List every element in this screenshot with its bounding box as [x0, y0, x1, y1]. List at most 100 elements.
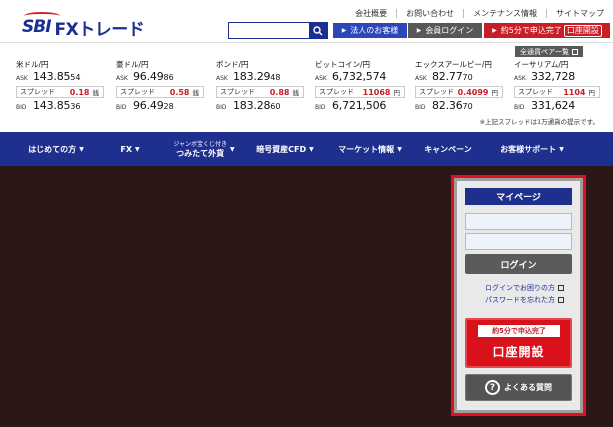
external-link-icon: [572, 48, 578, 55]
search-input[interactable]: [229, 23, 309, 38]
rate-ethjpy[interactable]: イーサリアム/円 ASK 332,728 スプレッド 1104 円 BID 331,62…: [514, 59, 600, 114]
link-maintenance[interactable]: メンテナンス情報: [463, 9, 546, 18]
pair-name: 豪ドル/円: [116, 60, 149, 69]
pair-name: 米ドル/円: [16, 60, 49, 69]
search-button[interactable]: [309, 23, 327, 38]
nav-label: はじめての方: [28, 144, 77, 154]
link-contact[interactable]: お問い合わせ: [396, 9, 463, 18]
member-login-label: 会員ログイン: [425, 26, 474, 35]
rate-audjpy[interactable]: 豪ドル/円 ASK 96.49 86 スプレッド 0.58 銭 BID 96.49 28: [116, 59, 204, 114]
nav-support[interactable]: お客様サポート ▼: [490, 132, 574, 166]
password-field[interactable]: [465, 233, 572, 250]
nav-market-info[interactable]: マーケット情報 ▼: [330, 132, 410, 166]
global-nav: はじめての方 ▼ FX ▼ ジャンボ宝くじ付き つみたて外貨 ▼ 暗号資産CFD ▼ …: [0, 132, 613, 166]
bid-pip: 28: [163, 102, 174, 111]
nav-beginners[interactable]: はじめての方 ▼: [18, 132, 94, 166]
nav-label: マーケット情報: [338, 144, 395, 154]
nav-fx[interactable]: FX ▼: [110, 132, 150, 166]
rate-usdjpy[interactable]: 米ドル/円 ASK 143.85 54 スプレッド 0.18 銭 BID 143.85 36: [16, 59, 104, 114]
login-button[interactable]: ログイン: [465, 254, 572, 274]
rate-btcjpy[interactable]: ビットコイン/円 ASK 6,732,574 スプレッド 11068 円 BID 6,7…: [315, 59, 405, 114]
rate-gbpjpy[interactable]: ポンド/円 ASK 183.29 48 スプレッド 0.88 銭 BID 183.28 60: [216, 59, 304, 114]
ask-label: ASK: [216, 75, 228, 82]
chevron-down-icon: ▼: [230, 145, 235, 153]
rate-xrpjpy[interactable]: エックスアールピー/円 ASK 82.77 70 スプレッド 0.4099 円 BID 8…: [415, 59, 503, 114]
spread-label: スプレッド: [319, 88, 354, 96]
logo-swoosh-icon: [24, 12, 60, 20]
ask-price: 143.85: [33, 70, 71, 83]
chevron-down-icon: ▼: [79, 145, 84, 153]
spread-unit: 円: [393, 89, 401, 97]
nav-label: つみたて外貨: [176, 149, 225, 158]
ask-label: ASK: [415, 75, 427, 82]
login-trouble-label: ログインでお困りの方: [485, 284, 555, 292]
forgot-password-link[interactable]: パスワードを忘れた方: [485, 295, 564, 305]
ask-label: ASK: [514, 75, 526, 82]
spread-label: スプレッド: [20, 88, 55, 96]
bid-price: 82.36: [432, 99, 463, 112]
spread-label: スプレッド: [120, 88, 155, 96]
bid-price: 6,721,506: [332, 99, 387, 112]
nav-label: FX: [120, 144, 132, 154]
open-account-button[interactable]: 約5分で申込完了 口座開設: [465, 318, 572, 368]
link-company[interactable]: 会社概要: [346, 9, 396, 18]
spread-value: 1104: [563, 87, 586, 97]
pair-name: ビットコイン/円: [315, 60, 371, 69]
nav-sub-label: ジャンボ宝くじ付き: [173, 141, 228, 148]
arrow-right-icon: ▶: [492, 27, 497, 34]
open-account-header-label: 約5分で申込完了: [500, 26, 562, 35]
mypage-box: マイページ ログイン ログインでお困りの方 パスワードを忘れた方 約5分で申込完…: [451, 175, 586, 416]
chevron-down-icon: ▼: [135, 145, 140, 153]
sbi-fx-logo[interactable]: SBI FXトレード: [22, 12, 145, 40]
link-sitemap[interactable]: サイトマップ: [546, 9, 613, 18]
nav-crypto-cfd[interactable]: 暗号資産CFD ▼: [250, 132, 320, 166]
spread-value: 0.58: [169, 87, 190, 97]
ask-pip: 48: [270, 73, 281, 82]
open-account-kouza-label: 口座開設: [563, 24, 602, 37]
pair-name: ポンド/円: [216, 60, 249, 69]
open-account-header-button[interactable]: ▶ 約5分で申込完了 口座開設: [484, 23, 610, 38]
login-trouble-link[interactable]: ログインでお困りの方: [485, 283, 564, 293]
bid-label: BID: [16, 104, 27, 111]
ask-pip: 54: [70, 73, 81, 82]
spread-label: スプレッド: [220, 88, 255, 96]
ask-price: 96.49: [133, 70, 164, 83]
spread-value: 0.88: [269, 87, 290, 97]
login-id-field[interactable]: [465, 213, 572, 230]
top-links: 会社概要 お問い合わせ メンテナンス情報 サイトマップ: [346, 9, 613, 18]
all-pairs-link[interactable]: 全通貨ペア一覧: [515, 46, 583, 57]
search-icon: [313, 25, 323, 36]
spread-unit: 銭: [292, 89, 300, 97]
spread-value: 0.18: [69, 87, 90, 97]
nav-campaign[interactable]: キャンペーン: [416, 132, 480, 166]
ask-price: 6,732,574: [332, 70, 387, 83]
nav-tsumitate[interactable]: ジャンボ宝くじ付き つみたて外貨 ▼: [162, 132, 246, 166]
external-link-icon: [558, 285, 564, 291]
mypage-panel: マイページ ログイン ログインでお困りの方 パスワードを忘れた方 約5分で申込完…: [457, 181, 580, 410]
ask-price: 183.29: [233, 70, 271, 83]
spread-value: 0.4099: [457, 87, 489, 97]
corporate-button[interactable]: ▶ 法人のお客様: [333, 23, 407, 38]
bid-price: 96.49: [133, 99, 164, 112]
logo-fx-text: FXトレード: [54, 19, 145, 40]
corporate-button-label: 法人のお客様: [350, 26, 399, 35]
nav-label: キャンペーン: [424, 144, 472, 154]
pair-name: エックスアールピー/円: [415, 60, 492, 69]
bid-label: BID: [514, 104, 525, 111]
member-login-button[interactable]: ▶ 会員ログイン: [408, 23, 482, 38]
open-account-label: 口座開設: [492, 345, 545, 359]
ask-pip: 70: [462, 73, 473, 82]
external-link-icon: [558, 297, 564, 303]
faq-button[interactable]: ? よくある質問: [465, 374, 572, 401]
question-icon: ?: [485, 380, 500, 395]
open-account-tag: 約5分で申込完了: [478, 325, 560, 337]
ask-label: ASK: [16, 75, 28, 82]
ask-pip: 86: [163, 73, 174, 82]
ask-label: ASK: [116, 75, 128, 82]
site-search: [228, 22, 328, 39]
bid-price: 143.85: [33, 99, 71, 112]
bid-label: BID: [315, 104, 326, 111]
bid-label: BID: [415, 104, 426, 111]
spread-unit: 銭: [92, 89, 100, 97]
mypage-title: マイページ: [465, 188, 572, 205]
